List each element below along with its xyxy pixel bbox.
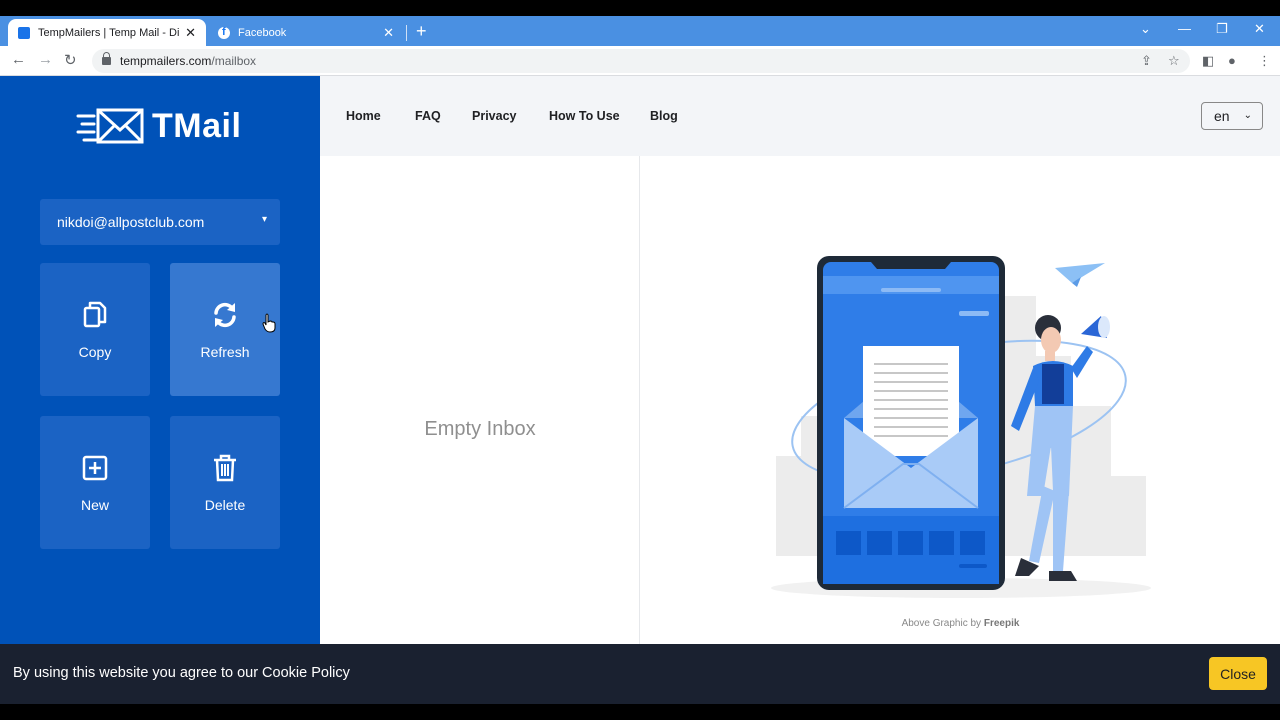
current-email: nikdoi@allpostclub.com	[57, 214, 205, 230]
mail-favicon-icon	[18, 26, 30, 39]
refresh-icon	[210, 300, 240, 330]
nav-how-to-use[interactable]: How To Use	[549, 109, 620, 123]
credit-link[interactable]: Freepik	[984, 618, 1020, 629]
illustration-pane: Above Graphic by Freepik	[641, 156, 1280, 704]
tab-close-icon[interactable]: ✕	[383, 25, 394, 41]
lock-icon	[102, 52, 111, 65]
new-label: New	[80, 496, 109, 513]
chevron-down-icon: ▾	[261, 214, 267, 225]
share-icon[interactable]: ⇪	[1141, 53, 1152, 69]
forward-icon[interactable]: →	[38, 51, 53, 68]
envelope-logo-icon	[76, 108, 144, 144]
logo-text: TMail	[152, 106, 242, 145]
nav-home[interactable]: Home	[346, 109, 381, 123]
trash-icon	[210, 453, 240, 483]
delete-label: Delete	[204, 496, 246, 513]
side-panel-icon[interactable]: ◧	[1202, 53, 1214, 69]
phone-mail-illustration	[771, 256, 1151, 598]
back-icon[interactable]: ←	[11, 51, 26, 68]
facebook-favicon-icon: f	[218, 26, 230, 39]
reload-icon[interactable]: ↻	[64, 51, 77, 69]
tab-separator	[406, 25, 407, 41]
email-dropdown[interactable]: nikdoi@allpostclub.com ▾	[40, 199, 280, 245]
language-value: en	[1214, 108, 1230, 124]
menu-icon[interactable]: ⋮	[1258, 53, 1271, 69]
browser-window: TempMailers | Temp Mail - Dispo ✕ f Face…	[0, 16, 1280, 704]
cookie-close-button[interactable]: Close	[1209, 657, 1267, 690]
language-select[interactable]: en ⌄	[1201, 102, 1263, 130]
tab-title: Facebook	[238, 26, 287, 39]
empty-inbox-text: Empty Inbox	[424, 418, 536, 440]
cookie-banner: By using this website you agree to our C…	[0, 644, 1280, 704]
copy-button[interactable]: Copy	[40, 263, 150, 396]
copy-icon	[80, 300, 110, 330]
copy-label: Copy	[78, 343, 112, 360]
tab-facebook[interactable]: f Facebook ✕	[208, 19, 404, 46]
new-button[interactable]: New	[40, 416, 150, 549]
minimize-icon[interactable]: —	[1178, 21, 1191, 36]
tab-search-icon[interactable]: ⌄	[1140, 21, 1151, 37]
logo[interactable]: TMail	[76, 106, 241, 146]
nav-blog[interactable]: Blog	[650, 109, 678, 123]
hand-cursor-icon	[262, 313, 276, 333]
tab-bar: TempMailers | Temp Mail - Dispo ✕ f Face…	[0, 16, 1280, 46]
top-navigation: Home FAQ Privacy How To Use Blog en ⌄	[320, 76, 1280, 156]
illustration-credit: Above Graphic by Freepik	[641, 618, 1280, 629]
inbox-pane: Empty Inbox	[320, 156, 640, 704]
new-tab-button[interactable]: +	[416, 21, 427, 42]
window-close-icon[interactable]: ✕	[1254, 21, 1265, 37]
cookie-message: By using this website you agree to our C…	[13, 665, 350, 681]
address-bar[interactable]: tempmailers.com/mailbox	[92, 49, 1190, 73]
profile-icon[interactable]: ●	[1228, 53, 1236, 68]
nav-privacy[interactable]: Privacy	[472, 109, 516, 123]
browser-toolbar: ← → ↻ tempmailers.com/mailbox ⇪ ☆ ◧ ● ⋮	[0, 46, 1280, 76]
url-path: /mailbox	[211, 54, 257, 68]
restore-icon[interactable]: ❐	[1216, 21, 1228, 37]
tab-close-icon[interactable]: ✕	[185, 25, 196, 41]
chevron-down-icon: ⌄	[1243, 110, 1252, 121]
sidebar: TMail nikdoi@allpostclub.com ▾ Copy Refr…	[0, 76, 320, 704]
nav-faq[interactable]: FAQ	[415, 109, 441, 123]
tab-tempmailers[interactable]: TempMailers | Temp Mail - Dispo ✕	[8, 19, 206, 46]
plus-square-icon	[80, 453, 110, 483]
credit-prefix: Above Graphic by	[901, 618, 982, 629]
delete-button[interactable]: Delete	[170, 416, 280, 549]
tab-title: TempMailers | Temp Mail - Dispo	[38, 26, 180, 39]
url-domain: tempmailers.com	[120, 54, 212, 68]
bookmark-star-icon[interactable]: ☆	[1168, 53, 1180, 69]
refresh-label: Refresh	[200, 343, 250, 360]
page: TMail nikdoi@allpostclub.com ▾ Copy Refr…	[0, 76, 1280, 704]
